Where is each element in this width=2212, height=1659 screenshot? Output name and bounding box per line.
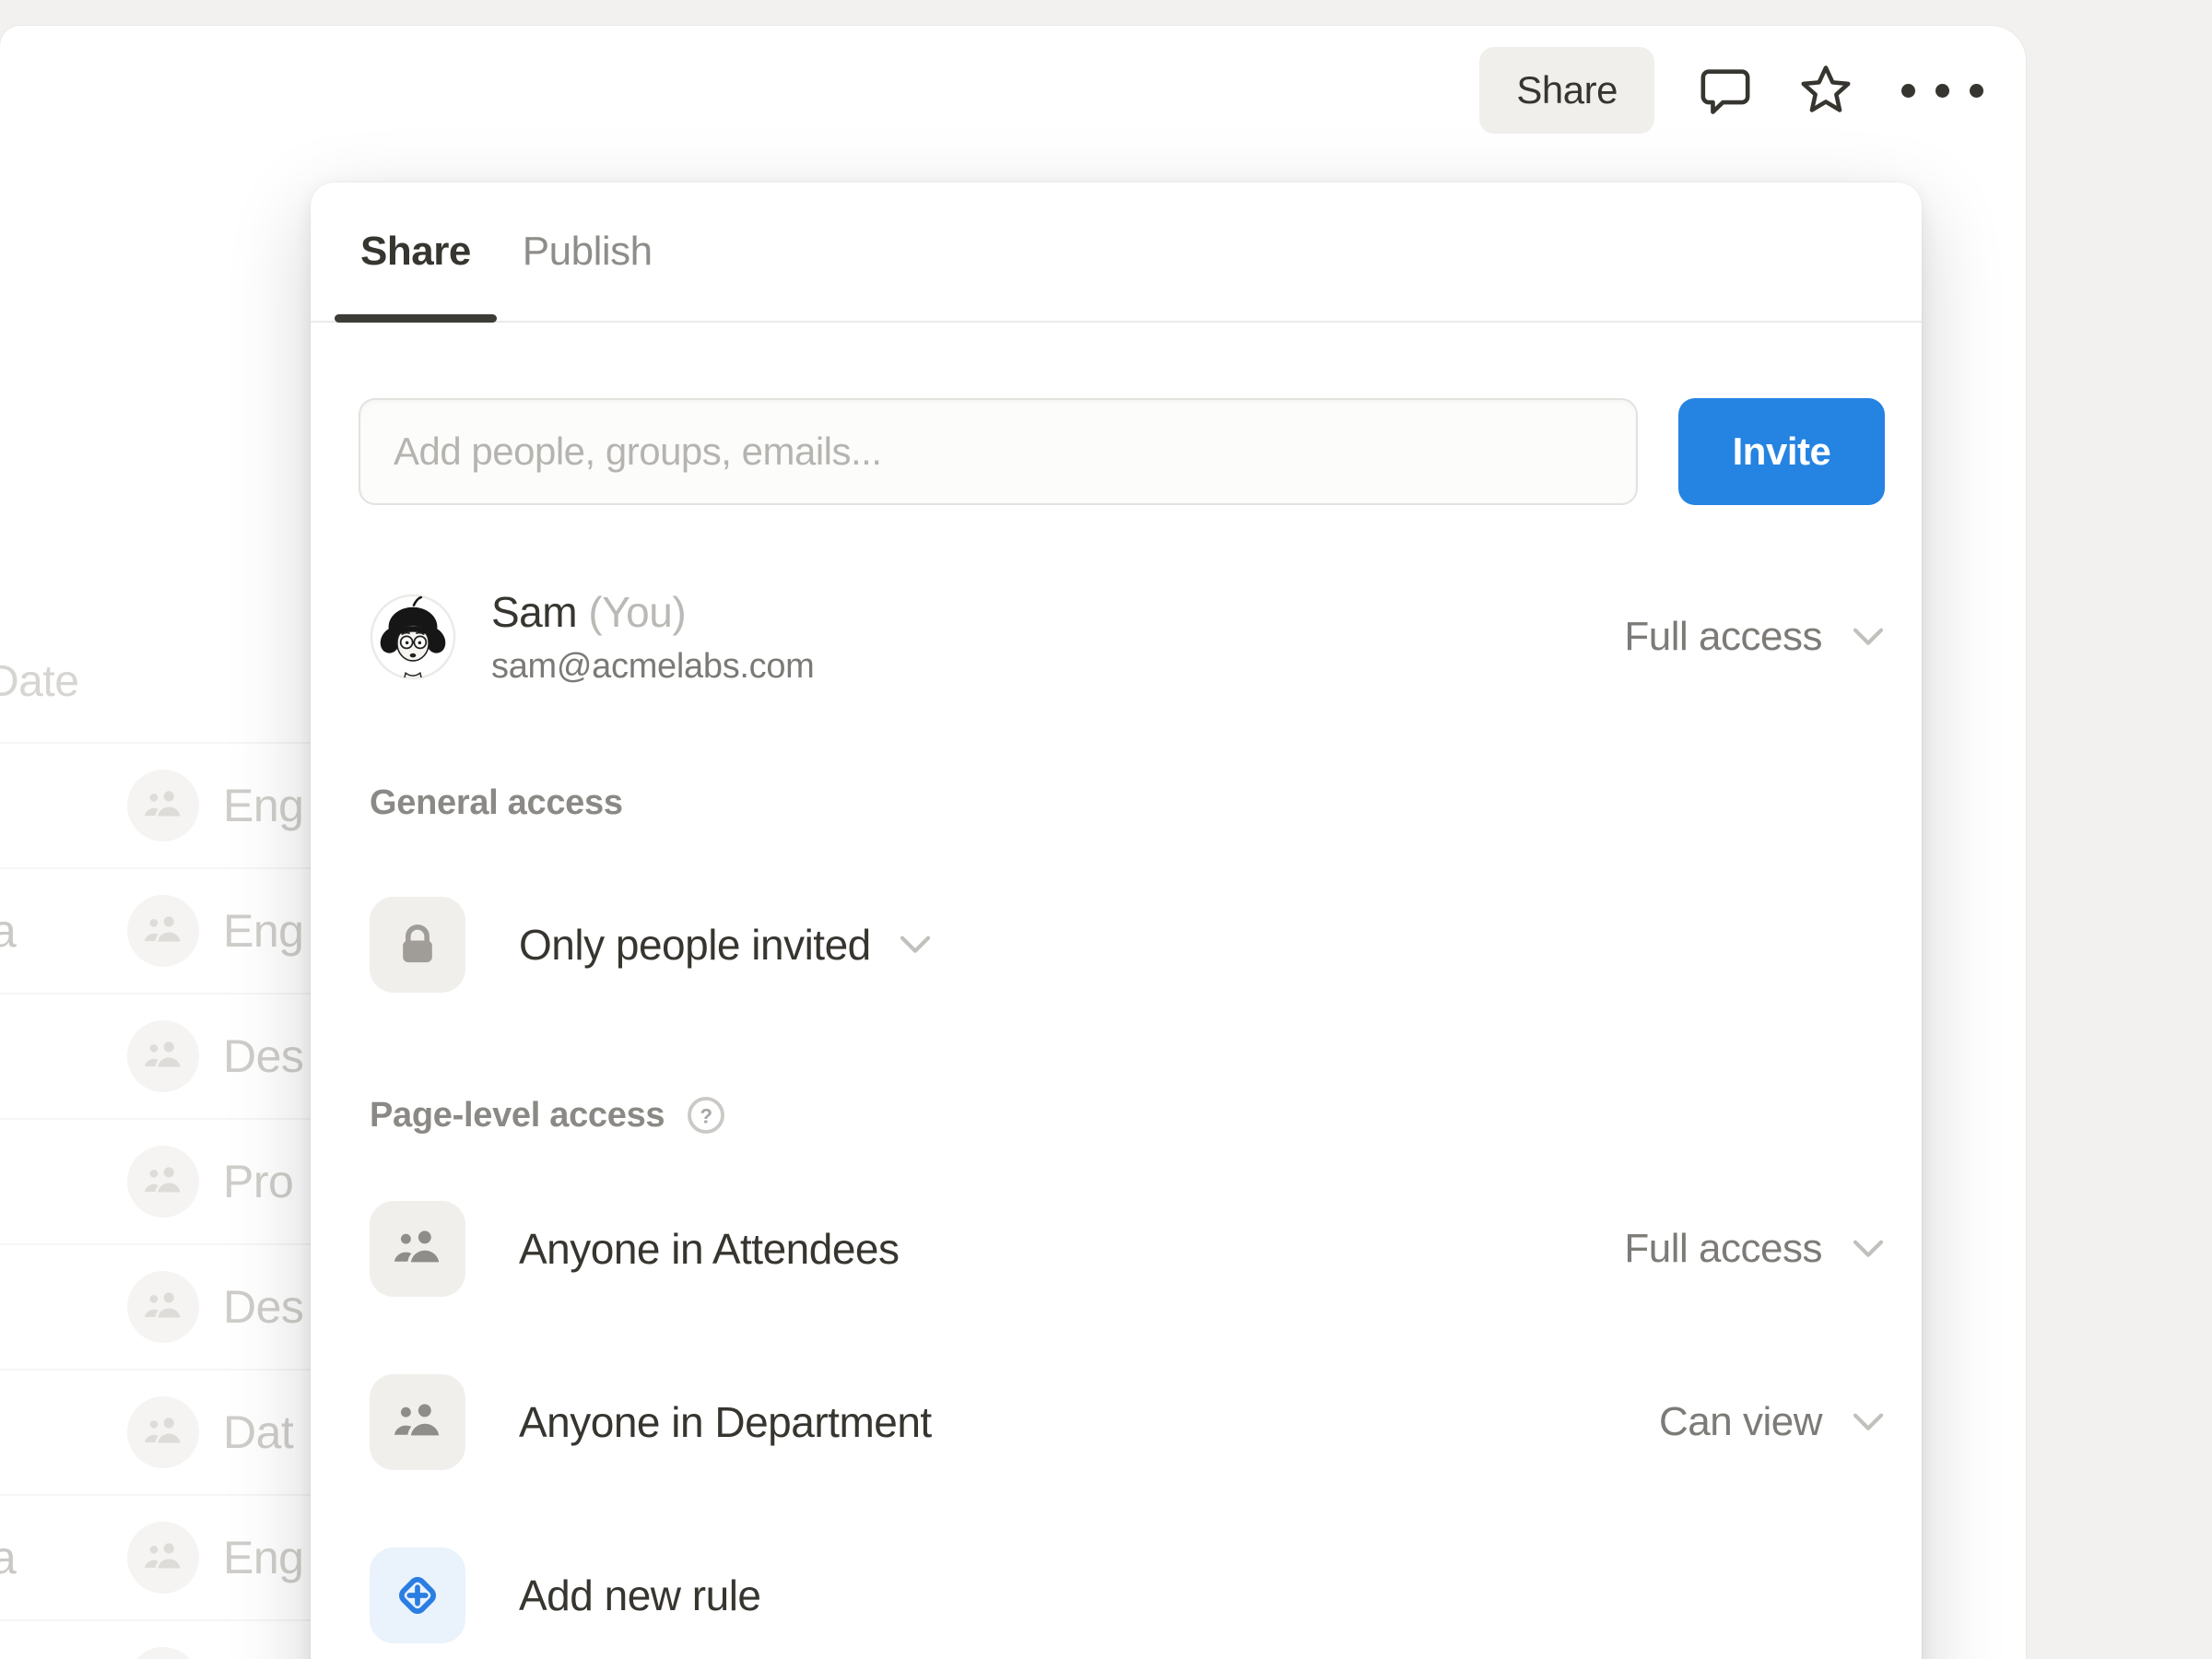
chevron-down-icon [1852,1239,1885,1259]
add-people-input[interactable] [359,398,1638,505]
people-icon [127,1146,199,1218]
row-label: Eng [223,904,303,958]
background-column-header: Date [0,656,78,707]
rule-label: Anyone in Attendees [519,1224,900,1274]
member-row: Sam (You) sam@acmelabs.com Full access [370,586,1885,688]
member-email: sam@acmelabs.com [491,645,815,688]
people-icon [127,1396,199,1468]
rule-row-attendees: Anyone in Attendees Full access [370,1201,1885,1297]
share-button[interactable]: Share [1479,47,1654,134]
star-icon[interactable] [1796,61,1855,120]
page-level-access-heading: Page-level access ? [370,1094,1885,1136]
people-icon [370,1374,465,1470]
dialog-tabs: Share Publish [311,182,1922,323]
general-access-row[interactable]: Only people invited [370,897,1885,993]
member-identity: Sam (You) sam@acmelabs.com [491,586,815,688]
row-label: Eng [223,1531,303,1584]
add-rule-label: Add new rule [519,1571,761,1620]
rule-access-value: Full access [1624,1226,1822,1272]
row-label: Des [223,1280,303,1334]
share-dialog: Share Publish Invite [311,182,1922,1659]
rule-label: Anyone in Department [519,1397,932,1447]
row-label: Pro [223,1155,293,1208]
tab-publish-label: Publish [523,229,653,275]
svg-text:?: ? [700,1105,712,1128]
dialog-content: Invite [311,398,1922,1643]
member-you-suffix: (You) [588,588,686,636]
people-icon [127,895,199,967]
help-icon[interactable]: ? [685,1094,727,1136]
lock-icon [370,897,465,993]
add-rule-icon [370,1547,465,1643]
general-access-value: Only people invited [519,920,871,970]
people-icon [127,1271,199,1343]
add-new-rule-button[interactable]: Add new rule [370,1547,1885,1643]
chevron-down-icon [1852,627,1885,647]
people-icon [127,770,199,841]
invite-row: Invite [359,398,1885,505]
row-label: Dat [223,1406,293,1459]
rule-row-department: Anyone in Department Can view [370,1374,1885,1470]
people-icon [127,1647,199,1659]
row-label: Des [223,1030,303,1083]
chevron-down-icon [899,935,932,955]
general-access-heading: General access [370,783,1885,823]
tab-share[interactable]: Share [335,182,497,321]
member-name: Sam [491,588,577,636]
more-options-icon[interactable] [1900,78,1985,103]
row-left-text: a [0,1531,46,1584]
member-access-value: Full access [1624,614,1822,660]
people-icon [370,1201,465,1297]
active-tab-underline [335,314,497,323]
rule-access-dropdown[interactable]: Can view [1659,1399,1885,1445]
member-access-dropdown[interactable]: Full access [1624,614,1885,660]
rule-access-value: Can view [1659,1399,1822,1445]
invite-button[interactable]: Invite [1678,398,1885,505]
top-toolbar: Share [1479,46,1985,135]
tab-publish[interactable]: Publish [497,182,678,321]
tab-share-label: Share [360,229,471,275]
chevron-down-icon [1852,1412,1885,1432]
row-left-text: a [0,904,46,958]
row-label: Eng [223,779,303,832]
comment-icon[interactable] [1699,64,1752,117]
people-icon [127,1020,199,1092]
avatar [370,594,456,680]
rule-access-dropdown[interactable]: Full access [1624,1226,1885,1272]
page-canvas: Date Eng a Eng Des Pro [0,26,2026,1659]
people-icon [127,1522,199,1594]
